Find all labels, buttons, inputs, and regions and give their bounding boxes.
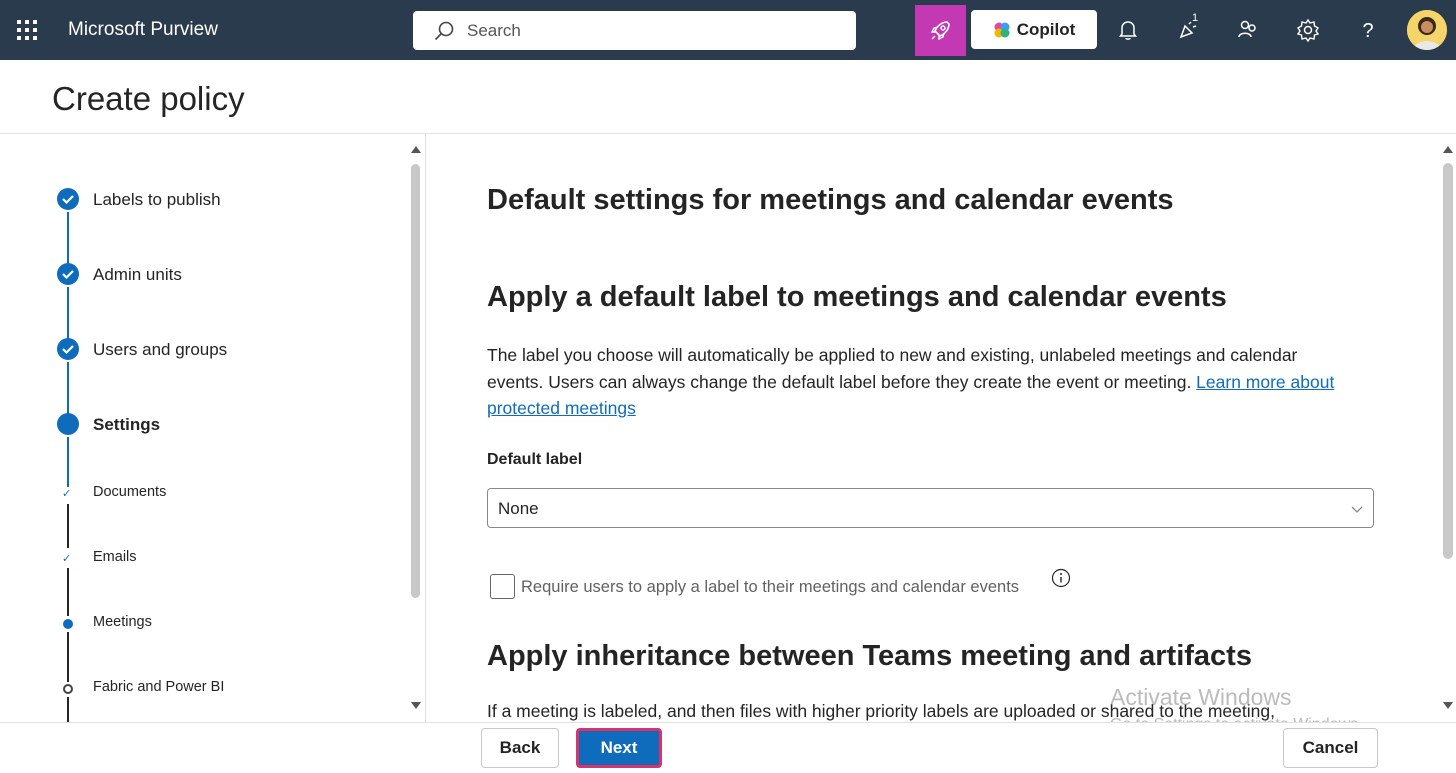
page-title: Create policy <box>52 80 245 117</box>
left-scrollbar[interactable] <box>411 164 420 598</box>
app-title[interactable]: Microsoft Purview <box>68 19 218 41</box>
description-text: The label you choose will automatically … <box>487 345 1298 392</box>
step-current-icon <box>57 413 79 435</box>
search-input[interactable] <box>467 19 837 43</box>
substep-check-icon: ✓ <box>62 553 72 565</box>
people-icon[interactable] <box>1235 17 1261 43</box>
step-settings[interactable]: Settings <box>93 415 160 435</box>
copilot-label: Copilot <box>1016 19 1076 39</box>
step-connector <box>67 697 69 722</box>
top-bar: Microsoft Purview Copilot 1 <box>0 0 1456 60</box>
rocket-button[interactable] <box>915 5 966 56</box>
substep-meetings[interactable]: Meetings <box>93 614 152 630</box>
require-label-checkbox[interactable] <box>490 574 515 599</box>
inheritance-section-title: Apply inheritance between Teams meeting … <box>487 640 1252 672</box>
step-connector <box>67 437 69 487</box>
avatar[interactable] <box>1407 10 1447 50</box>
left-scroll-up-icon[interactable] <box>411 146 421 153</box>
activate-windows-watermark: Activate Windows <box>1110 684 1292 710</box>
info-icon[interactable] <box>1051 568 1071 588</box>
notification-badge: 1 <box>1192 12 1199 24</box>
copilot-icon <box>994 22 1010 37</box>
next-button[interactable]: Next <box>576 728 662 768</box>
search-box[interactable] <box>413 11 856 50</box>
default-label-dropdown[interactable]: None <box>487 488 1374 528</box>
right-scrollbar[interactable] <box>1443 163 1453 559</box>
footer-bar <box>0 722 1456 773</box>
user-photo-icon <box>1407 10 1447 50</box>
gear-icon[interactable] <box>1295 17 1321 43</box>
default-label-section-title: Apply a default label to meetings and ca… <box>487 281 1227 313</box>
step-connector <box>67 568 69 616</box>
step-check-icon <box>57 338 79 360</box>
substep-check-icon: ✓ <box>62 488 72 500</box>
require-label-text: Require users to apply a label to their … <box>521 578 1020 596</box>
app-launcher-icon[interactable] <box>15 18 39 42</box>
substep-fabric-and-power-bi[interactable]: Fabric and Power BI <box>93 679 224 695</box>
right-scroll-down-icon[interactable] <box>1443 702 1453 709</box>
step-check-icon <box>57 188 79 210</box>
step-admin-units[interactable]: Admin units <box>93 265 182 285</box>
chevron-down-icon <box>1351 506 1363 513</box>
step-users-and-groups[interactable]: Users and groups <box>93 340 227 360</box>
step-check-icon <box>57 263 79 285</box>
substep-current-icon <box>63 619 73 629</box>
default-label-value: None <box>498 499 539 518</box>
step-connector <box>67 362 69 414</box>
substep-documents[interactable]: Documents <box>93 484 166 500</box>
search-icon <box>434 21 454 41</box>
copilot-button[interactable]: Copilot <box>971 10 1097 49</box>
default-label-description: The label you choose will automatically … <box>487 342 1337 422</box>
step-labels-to-publish[interactable]: Labels to publish <box>93 190 221 210</box>
step-connector <box>67 504 69 548</box>
rocket-icon <box>930 21 950 41</box>
substep-emails[interactable]: Emails <box>93 549 137 565</box>
section-heading: Default settings for meetings and calend… <box>487 184 1174 216</box>
right-scroll-up-icon[interactable] <box>1443 146 1453 153</box>
back-button[interactable]: Back <box>481 728 559 768</box>
left-scroll-down-icon[interactable] <box>411 702 421 709</box>
help-icon[interactable]: ? <box>1355 17 1381 43</box>
step-connector <box>67 632 69 682</box>
default-label-title: Default label <box>487 451 583 468</box>
bell-icon[interactable] <box>1115 17 1141 43</box>
cancel-button[interactable]: Cancel <box>1283 728 1378 768</box>
step-connector <box>67 212 69 264</box>
substep-pending-icon <box>63 684 73 694</box>
svg-text:?: ? <box>1362 20 1373 42</box>
step-connector <box>67 287 69 339</box>
